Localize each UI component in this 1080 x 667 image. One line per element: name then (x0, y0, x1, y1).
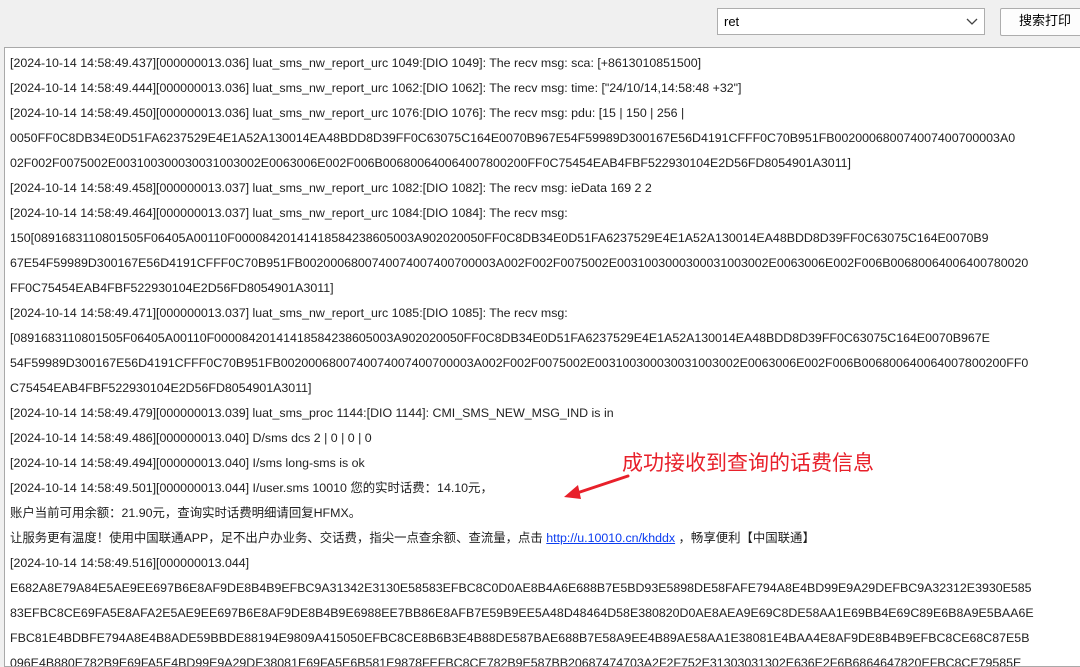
service-text-suffix: ，畅享便利【中国联通】 (675, 531, 815, 545)
log-line: 096E4B880E782B9E69FA5E4BD99E9A29DE38081E… (10, 656, 1022, 667)
log-line: 0050FF0C8DB34E0D51FA6237529E4E1A52A13001… (10, 131, 1016, 145)
chevron-down-icon[interactable] (966, 17, 978, 26)
service-link[interactable]: http://u.10010.cn/khddx (546, 531, 675, 545)
log-line: 54F59989D300167E56D4191CFFF0C70B951FB002… (10, 356, 1029, 370)
search-input[interactable]: ret (724, 9, 739, 34)
service-text: 让服务更有温度！使用中国联通APP，足不出户办业务、交话费，指尖一点查余额、查流… (10, 531, 547, 545)
search-print-button[interactable]: 搜索打印 (1000, 8, 1080, 36)
log-line: [2024-10-14 14:58:49.471][000000013.037]… (10, 306, 568, 320)
log-line: 83EFBC8CE69FA5E8AFA2E5AE9EE697B6E8AF9DE8… (10, 606, 1034, 620)
log-output-panel[interactable]: [2024-10-14 14:58:49.437][000000013.036]… (4, 47, 1080, 667)
log-line: [0891683110801505F06405A00110F0000842014… (10, 331, 990, 345)
log-line: [2024-10-14 14:58:49.501][000000013.044]… (10, 481, 493, 495)
log-line: FBC81E4BDBFE794A8E4B8ADE59BBDE88194E9809… (10, 631, 1030, 645)
log-line: [2024-10-14 14:58:49.486][000000013.040]… (10, 431, 372, 445)
log-line-service: 让服务更有温度！使用中国联通APP，足不出户办业务、交话费，指尖一点查余额、查流… (10, 526, 815, 551)
search-print-button-label: 搜索打印 (1019, 14, 1072, 29)
log-line: [2024-10-14 14:58:49.450][000000013.036]… (10, 106, 685, 120)
log-line: E682A8E79A84E5AE9EE697B6E8AF9DE8B4B9EFBC… (10, 581, 1032, 595)
annotation-arrow-icon (564, 474, 630, 499)
log-line: 150[0891683110801505F06405A00110F0000842… (10, 231, 989, 245)
annotation-label: 成功接收到查询的话费信息 (622, 451, 874, 475)
log-line: [2024-10-14 14:58:49.458][000000013.037]… (10, 181, 652, 195)
log-line: [2024-10-14 14:58:49.516][000000013.044] (10, 556, 250, 570)
log-line: FF0C75454EAB4FBF522930104E2D56FD8054901A… (10, 281, 334, 295)
log-line: 账户当前可用余额：21.90元，查询实时话费明细请回复HFMX。 (10, 506, 362, 520)
log-line: 67E54F59989D300167E56D4191CFFF0C70B951FB… (10, 256, 1029, 270)
log-line: [2024-10-14 14:58:49.444][000000013.036]… (10, 81, 742, 95)
search-dropdown[interactable]: ret (717, 8, 985, 35)
toolbar: ret 搜索打印 (0, 0, 1080, 46)
log-line: 02F002F0075002E003100300030031003002E006… (10, 156, 851, 170)
log-line: C75454EAB4FBF522930104E2D56FD8054901A301… (10, 381, 312, 395)
log-line: [2024-10-14 14:58:49.494][000000013.040]… (10, 456, 365, 470)
log-line: [2024-10-14 14:58:49.437][000000013.036]… (10, 56, 702, 70)
log-line: [2024-10-14 14:58:49.479][000000013.039]… (10, 406, 614, 420)
log-line: [2024-10-14 14:58:49.464][000000013.037]… (10, 206, 568, 220)
